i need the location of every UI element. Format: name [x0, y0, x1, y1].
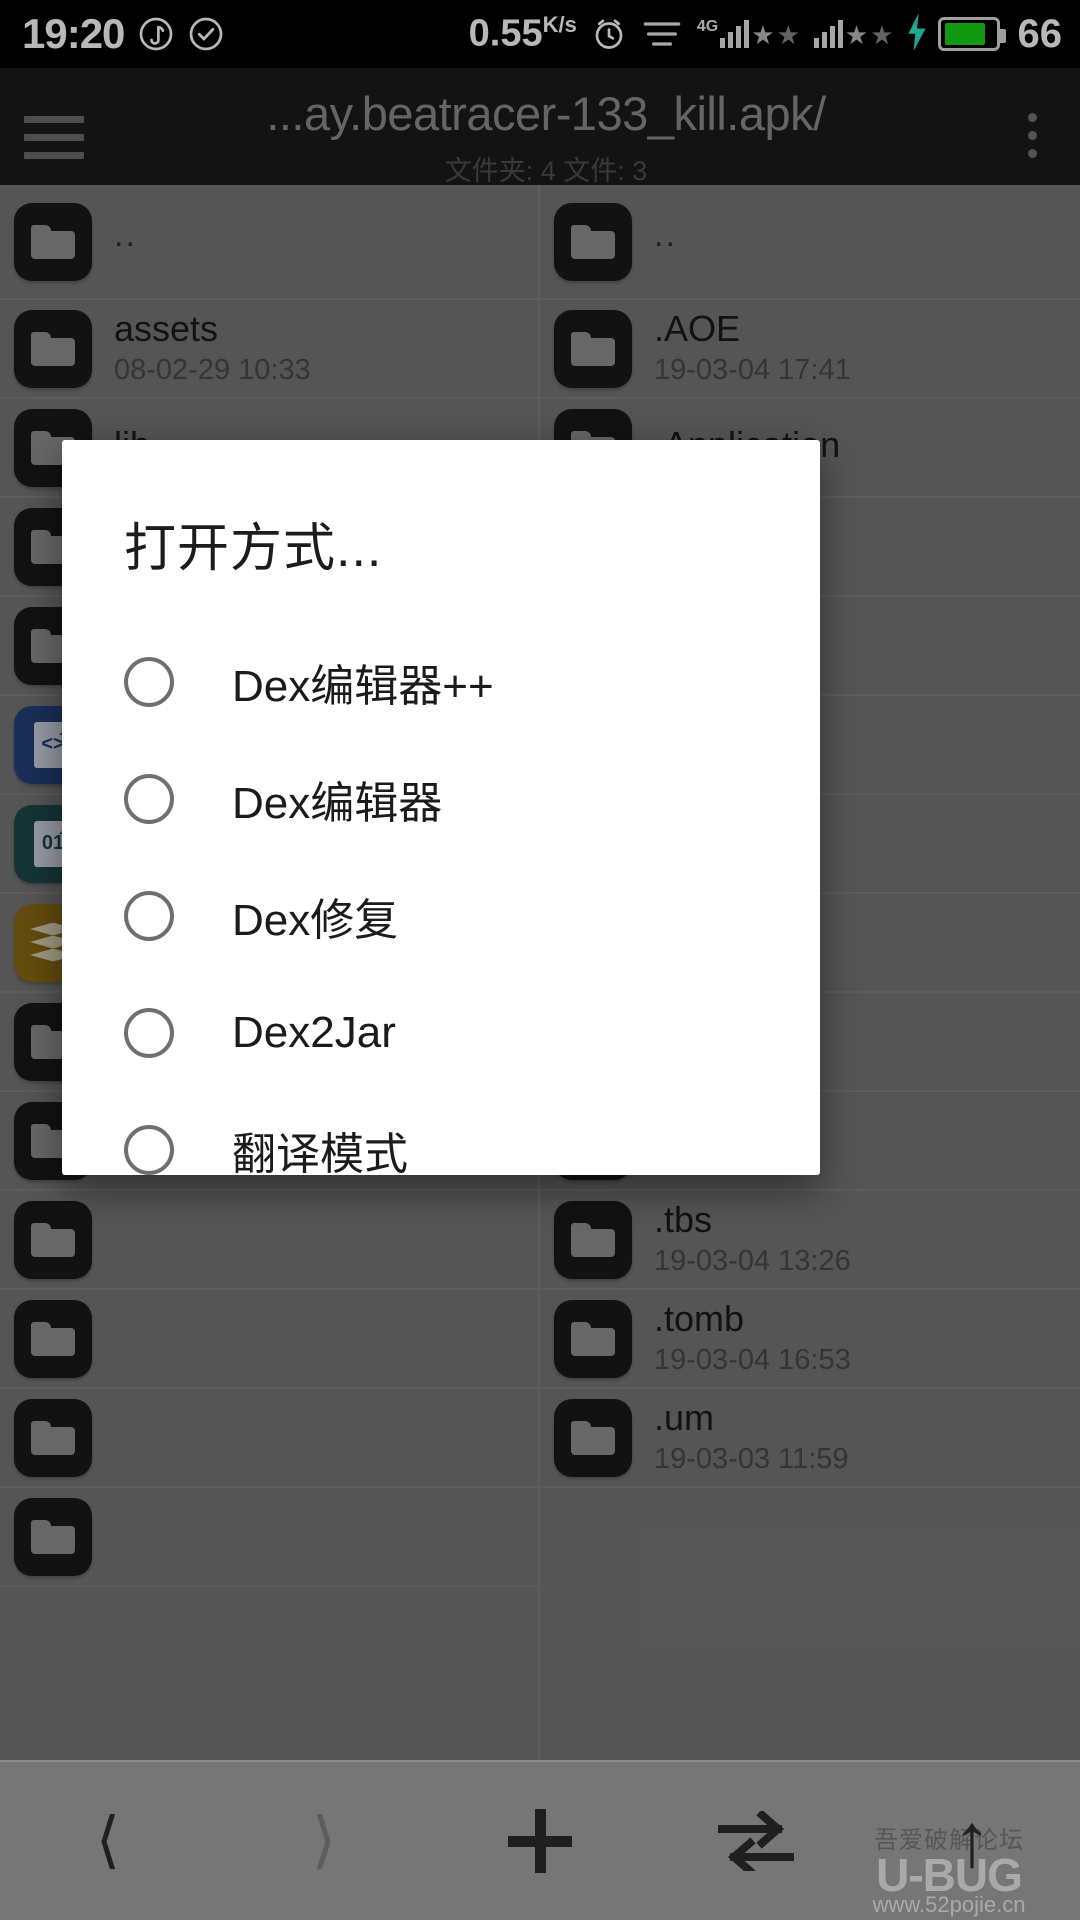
dialog-option-label: Dex编辑器: [232, 778, 443, 828]
dialog-option-dex2jar[interactable]: Dex2Jar: [62, 974, 820, 1091]
add-button[interactable]: [440, 1761, 640, 1920]
phone-screen: 19:20 0.55K/s 4G ★ ★ ★ ★ 66 ...ay.beatra…: [0, 0, 1080, 1920]
chevron-left-icon: ⟨: [95, 1806, 121, 1875]
dialog-option-translate-mode[interactable]: 翻译模式: [62, 1091, 820, 1208]
dialog-option-dex-editor[interactable]: Dex编辑器: [62, 740, 820, 857]
dialog-option-dex-repair[interactable]: Dex修复: [62, 857, 820, 974]
plus-icon: [508, 1809, 572, 1873]
dialog-option-label: 翻译模式: [232, 1129, 408, 1179]
dialog-option-list: Dex编辑器++ Dex编辑器 Dex修复 Dex2Jar 翻译模式: [62, 623, 820, 1208]
radio-button-icon[interactable]: [124, 1007, 174, 1058]
back-button[interactable]: ⟨: [8, 1761, 208, 1920]
parent-directory-button[interactable]: ↑: [872, 1761, 1072, 1920]
dialog-option-label: Dex编辑器++: [232, 661, 494, 711]
forward-button[interactable]: ⟩: [224, 1761, 424, 1920]
dialog-option-label: Dex修复: [232, 895, 399, 945]
chevron-right-icon: ⟩: [311, 1806, 337, 1875]
dialog-option-dex-editor-plus[interactable]: Dex编辑器++: [62, 623, 820, 740]
radio-button-icon[interactable]: [124, 1124, 174, 1175]
bottom-navigation-bar: ⟨ ⟩ ↑: [0, 1760, 1080, 1920]
swap-panes-button[interactable]: [656, 1761, 856, 1920]
dialog-option-label: Dex2Jar: [232, 1007, 396, 1057]
swap-arrows-icon: [718, 1809, 794, 1877]
radio-button-icon[interactable]: [124, 890, 174, 941]
radio-button-icon[interactable]: [124, 656, 174, 707]
arrow-up-icon: ↑: [953, 1798, 991, 1883]
radio-button-icon[interactable]: [124, 773, 174, 824]
dialog-title: 打开方式...: [124, 520, 383, 578]
open-with-dialog: 打开方式... Dex编辑器++ Dex编辑器 Dex修复 Dex2Jar 翻译…: [62, 440, 820, 1179]
